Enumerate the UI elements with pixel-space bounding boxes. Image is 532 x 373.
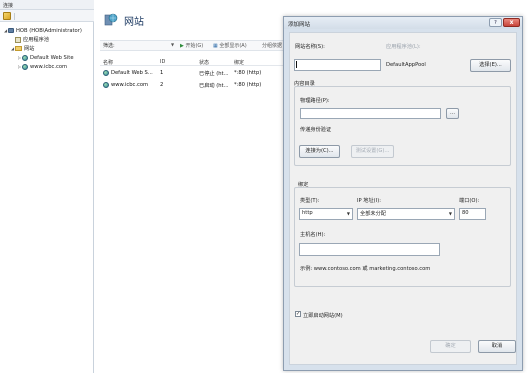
table-row[interactable]: Default Web S... 1 已停止 (ht... *:80 (http… [100,69,285,78]
type-select[interactable]: http ▼ [299,208,353,220]
globe-icon [103,70,109,76]
connect-as-button[interactable]: 连接为(C)... [299,145,340,158]
go-icon: ▶ [180,43,184,49]
app-pool-icon [15,36,21,43]
site-name: www.icbc.com [111,82,149,88]
text-cursor [296,61,297,68]
site-id: 1 [160,70,164,76]
tree-item-label: 应用程序池 [23,37,49,43]
close-button[interactable]: x [503,18,520,27]
show-all-icon: ▦ [213,43,218,49]
tree-item-label: HOB (HOB\Administrator) [16,27,82,34]
port-input[interactable]: 80 [459,208,486,220]
filter-label: 筛选: [103,43,115,49]
filter-input[interactable] [116,42,170,49]
connect-icon[interactable] [3,12,11,20]
ip-address-label: IP 地址(I): [357,198,382,204]
hostname-example: 示例: www.contoso.com 或 marketing.contoso.… [300,266,431,272]
sites-folder-icon [15,46,22,51]
port-label: 端口(O): [459,198,480,204]
dialog-titlebar[interactable] [284,17,522,29]
physical-path-label: 物理路径(P): [300,98,330,104]
site-status: 已启动 (ht... [199,83,229,89]
toolbar-divider [14,13,15,20]
ip-address-select[interactable]: 全部未分配 ▼ [357,208,455,220]
test-settings-button[interactable]: 测试设置(G)... [351,145,394,158]
ok-button[interactable]: 确定 [430,340,471,353]
dialog-title: 添加网站 [288,22,311,28]
go-label: 开始(G) [185,43,204,49]
site-binding: *:80 (http) [234,82,262,88]
type-label: 类型(T): [300,198,320,204]
passthrough-auth-label: 传递身份验证 [300,127,332,133]
cancel-button[interactable]: 取消 [478,340,516,353]
type-select-value: http [302,210,313,216]
show-all-label: 全部显示(A) [219,43,247,49]
tree-item-app-pools[interactable]: 应用程序池 [10,35,49,44]
tree-item-server[interactable]: ◢ HOB (HOB\Administrator) [3,26,82,35]
tree-item-sites[interactable]: ◢ 网站 [10,44,34,53]
browse-button[interactable]: ... [446,108,459,119]
tree-item-label: 网站 [24,46,35,52]
site-binding: *:80 (http) [234,70,262,76]
sites-globe-icon [104,13,118,26]
site-name: Default Web S... [111,70,153,76]
page-title: 网站 [124,17,144,28]
globe-icon [22,54,28,61]
start-immediately-label[interactable]: 立即启动网站(M) [303,312,343,319]
hostname-label: 主机名(H): [300,232,326,238]
filter-dropdown-icon[interactable]: ▼ [171,42,174,47]
chevron-down-icon: ▼ [346,211,350,216]
server-icon [8,28,14,33]
app-pool-label: 应用程序池(L): [386,44,421,50]
site-name-label: 网站名称(S): [295,44,325,50]
app-pool-value: DefaultAppPool [386,62,426,68]
start-immediately-checkbox[interactable]: ✓ [295,311,301,317]
table-row[interactable]: www.icbc.com 2 已启动 (ht... *:80 (http) [100,81,285,90]
sites-pane [95,0,285,373]
help-button[interactable]: ? [489,18,502,27]
tree-item-label: www.icbc.com [30,63,68,70]
ip-address-value: 全部未分配 [360,211,386,217]
select-app-pool-button[interactable]: 选择(E)... [470,59,511,72]
show-all-button[interactable]: ▦ 全部显示(A) [213,42,247,49]
chevron-down-icon: ▼ [448,211,452,216]
go-button[interactable]: ▶ 开始(G) [180,42,203,49]
globe-icon [103,82,109,88]
tree-item-label: Default Web Site [30,54,74,61]
physical-path-input[interactable] [300,108,441,119]
group-by-button[interactable]: 分组依据 [262,42,284,49]
site-status: 已停止 (ht... [199,71,229,77]
tree-item-icbc[interactable]: ▷ www.icbc.com [17,62,67,71]
header-divider [100,65,285,66]
globe-icon [22,63,28,70]
hostname-input[interactable] [299,243,440,256]
site-name-input[interactable] [294,59,381,71]
tree-item-default-web-site[interactable]: ▷ Default Web Site [17,53,74,62]
connections-header: 连接 [0,0,94,10]
site-id: 2 [160,82,164,88]
